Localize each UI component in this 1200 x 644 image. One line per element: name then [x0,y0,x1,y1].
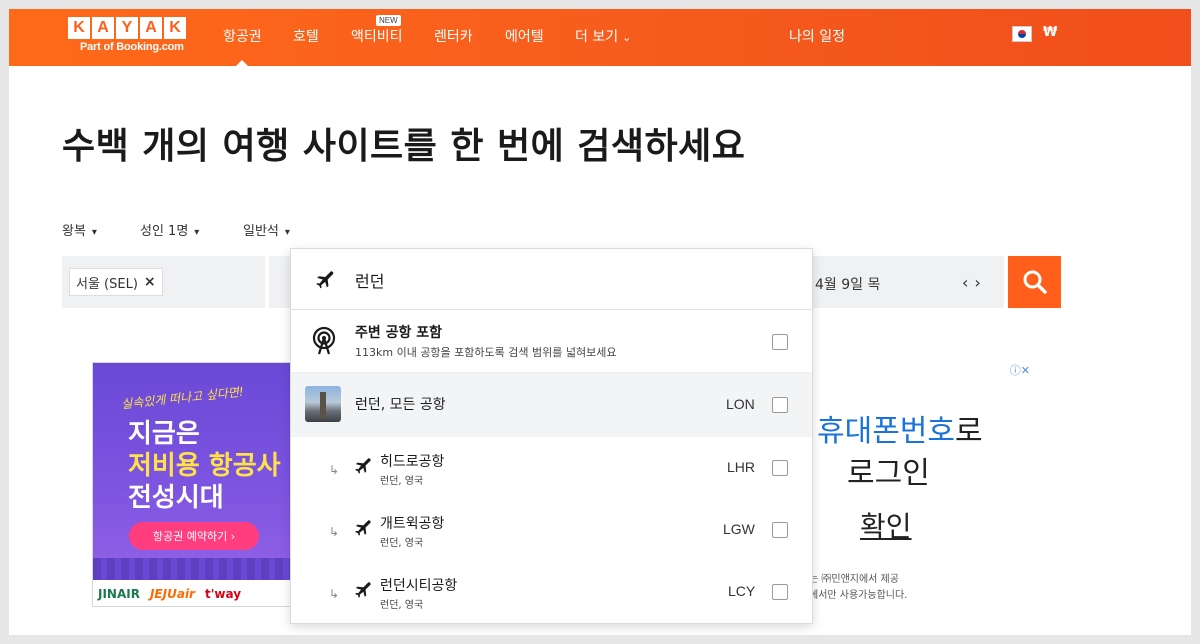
origin-field[interactable]: 서울 (SEL) × [62,256,265,308]
ad-tagline: 실속있게 떠나고 싶다면! [120,384,245,412]
sub-item-arrow-icon: ↳ [329,587,340,601]
jejuair-logo: JEJUair [149,587,195,601]
logo-subtitle: Part of Booking.com [80,41,184,53]
ad-line-1: 휴대폰번호로 [817,406,983,450]
ad-fineprint-2: 에서만 사용가능합니다. [809,590,908,601]
date-stepper: ‹› [962,273,987,292]
chevron-down-icon: ▾ [91,227,97,238]
jinair-logo: JINAIR [98,587,140,601]
airport-code: LCY [728,583,756,599]
currency-selector[interactable]: ₩ [1043,25,1057,40]
destination-dropdown: 주변 공항 포함 113km 이내 공항을 포함하도록 검색 범위를 넓혀보세요… [290,248,813,624]
ad-city-skyline [93,558,291,580]
trips-link[interactable]: 나의 일정 [789,26,845,46]
airport-code: LON [726,396,755,412]
kayak-logo[interactable]: K A Y A K Part of Booking.com [68,17,192,59]
logo-letter: K [164,17,186,39]
nearby-title: 주변 공항 포함 [355,325,443,341]
all-airports-option[interactable]: 런던, 모든 공항 LON [291,373,812,437]
airport-location: 런던, 영국 [380,476,424,487]
destination-input[interactable] [355,267,775,293]
search-button[interactable] [1008,256,1061,308]
depart-date[interactable]: 4월 9일 목 [815,274,880,294]
ad-book-button[interactable]: 항공권 예약하기 › [129,522,259,550]
nav-cars[interactable]: 렌터카 [434,26,473,46]
radar-icon [312,326,336,355]
origin-chip[interactable]: 서울 (SEL) × [69,268,163,296]
nav-packages-label: 에어텔 [505,29,544,45]
tway-logo: t'way [204,587,242,601]
ad-line-1-highlight: 휴대폰번호 [817,414,955,449]
trip-type-select[interactable]: 왕복 ▾ [62,220,97,239]
nav-hotels-label: 호텔 [293,29,319,45]
nav-cars-label: 렌터카 [434,29,473,45]
sub-item-arrow-icon: ↳ [329,525,340,539]
airport-location: 런던, 영국 [380,600,424,611]
airport-code: LGW [723,521,755,537]
all-airports-checkbox[interactable] [772,397,788,413]
nearby-airports-option[interactable]: 주변 공항 포함 113km 이내 공항을 포함하도록 검색 범위를 넓혀보세요 [291,310,812,373]
plane-icon [316,271,334,289]
logo-letter: A [140,17,162,39]
trip-type-label: 왕복 [62,224,86,239]
airline-ad-banner[interactable]: 실속있게 떠나고 싶다면! 지금은 저비용 항공사 전성시대 항공권 예약하기 … [92,362,292,607]
airport-code: LHR [727,459,756,475]
cabin-label: 일반석 [243,224,279,239]
ad-headline-3: 전성시대 [128,483,224,513]
airport-name: 개트윅공항 [380,516,445,532]
ad-close-icon[interactable]: ⓘ✕ [1010,362,1030,378]
origin-chip-label: 서울 (SEL) [76,276,138,292]
remove-origin-icon[interactable]: × [144,274,156,290]
travelers-label: 성인 1명 [140,224,189,239]
sub-item-arrow-icon: ↳ [329,463,340,477]
airport-checkbox[interactable] [772,522,788,538]
london-thumbnail [305,386,341,422]
nav-more[interactable]: 더 보기 ⌄ [575,26,631,46]
ad-fineprint-1: 는 ㈜민앤지에서 제공 [809,574,899,585]
nav-flights-label: 항공권 [223,29,262,45]
airport-name: 히드로공항 [380,454,445,470]
logo-letter: A [92,17,114,39]
airport-location: 런던, 영국 [380,538,424,549]
new-badge: NEW [376,15,401,26]
nav-activities-label: 액티비티 [351,29,403,45]
airport-checkbox[interactable] [772,584,788,600]
logo-letter: Y [116,17,138,39]
plane-icon [355,520,371,536]
ad-line-2: 로그인 [847,456,930,491]
travelers-select[interactable]: 성인 1명 ▾ [140,220,199,239]
nav-packages[interactable]: 에어텔 [505,26,544,46]
korea-flag-icon[interactable] [1012,26,1032,42]
ad-airline-logos: JINAIR JEJUair t'way [93,580,291,606]
nearby-subtitle: 113km 이내 공항을 포함하도록 검색 범위를 넓혀보세요 [355,346,617,359]
ad-confirm-link[interactable]: 확인 [860,505,912,545]
ad-line-1-rest: 로 [955,414,983,449]
chevron-down-icon: ▾ [194,227,200,238]
airport-option-lhr[interactable]: ↳ 히드로공항 런던, 영국 LHR [291,437,812,499]
cabin-select[interactable]: 일반석 ▾ [243,220,290,239]
chevron-down-icon: ⌄ [622,31,632,44]
phone-login-ad[interactable]: ⓘ✕ 휴대폰번호로 로그인 확인 는 ㈜민앤지에서 제공 에서만 사용가능합니다… [799,362,1034,607]
nav-hotels[interactable]: 호텔 [293,26,319,46]
nav-flights[interactable]: 항공권 [223,26,262,68]
plane-icon [355,582,371,598]
nav-more-label: 더 보기 [575,29,619,45]
airport-name: 런던시티공항 [380,578,458,594]
page: K A Y A K Part of Booking.com 항공권 호텔 NEW… [9,9,1191,635]
plane-icon [355,458,371,474]
next-date-icon[interactable]: › [974,273,986,292]
nearby-checkbox[interactable] [772,334,788,350]
logo-letter: K [68,17,90,39]
prev-date-icon[interactable]: ‹ [962,273,974,292]
top-navigation-bar: K A Y A K Part of Booking.com 항공권 호텔 NEW… [9,9,1191,68]
page-title: 수백 개의 여행 사이트를 한 번에 검색하세요 [62,126,746,167]
airport-checkbox[interactable] [772,460,788,476]
airport-option-lgw[interactable]: ↳ 개트윅공항 런던, 영국 LGW [291,499,812,561]
airport-option-lcy[interactable]: ↳ 런던시티공항 런던, 영국 LCY [291,561,812,623]
nav-activities[interactable]: 액티비티 [351,26,403,46]
all-airports-name: 런던, 모든 공항 [355,397,446,413]
chevron-down-icon: ▾ [284,227,290,238]
search-icon [1023,270,1047,294]
destination-search [291,249,812,310]
